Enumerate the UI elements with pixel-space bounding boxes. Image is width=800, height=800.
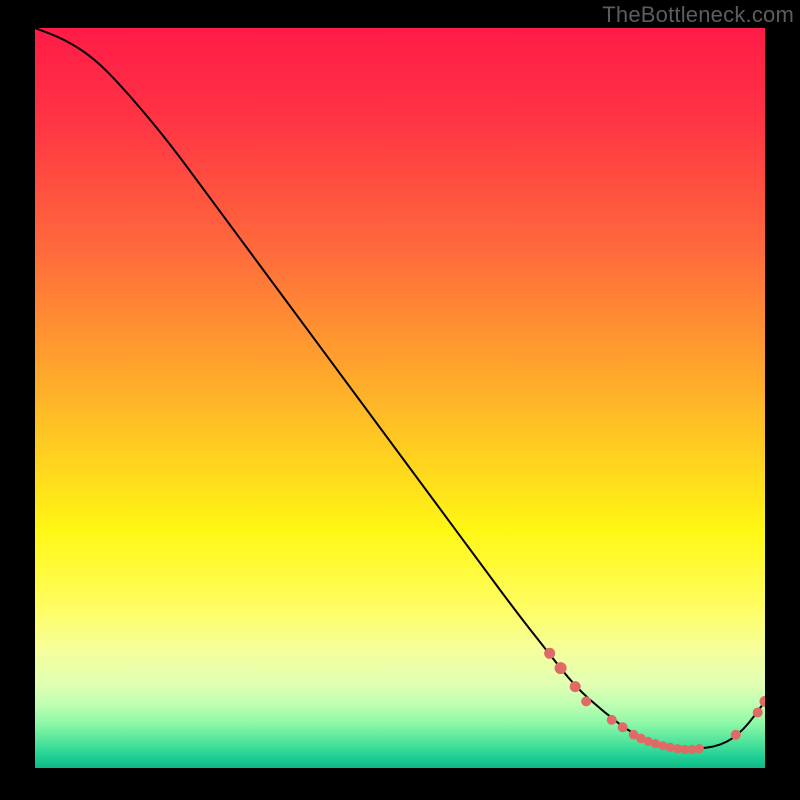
- watermark-text: TheBottleneck.com: [602, 2, 794, 28]
- marker-dot: [618, 722, 628, 732]
- gradient-background: [35, 28, 765, 768]
- marker-dot: [695, 744, 704, 753]
- chart-svg: [35, 28, 765, 768]
- marker-dot: [581, 696, 591, 706]
- marker-dot: [570, 681, 581, 692]
- marker-dot: [544, 648, 555, 659]
- marker-dot: [607, 715, 617, 725]
- chart-plot: [35, 28, 765, 768]
- marker-dot: [555, 662, 567, 674]
- marker-dot: [753, 708, 763, 718]
- marker-dot: [731, 730, 741, 740]
- chart-frame: TheBottleneck.com: [0, 0, 800, 800]
